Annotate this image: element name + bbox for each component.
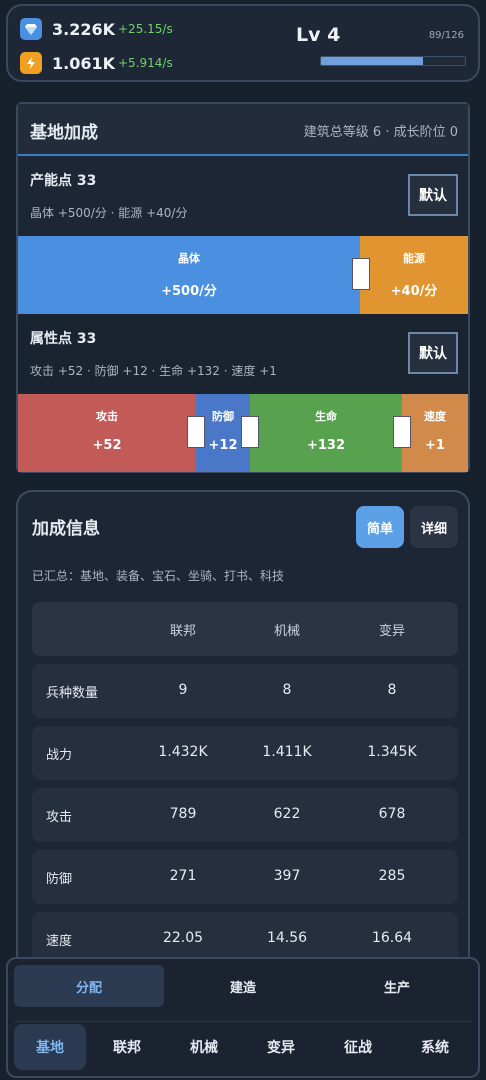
tab-federation[interactable]: 联邦 [91, 1024, 163, 1070]
table-row: 速度 22.05 14.56 16.64 [32, 912, 458, 960]
row-value-mech: 397 [273, 868, 301, 884]
energy-segment: 能源 +40/分 [360, 236, 468, 314]
speed-segment: 速度 +1 [402, 394, 468, 472]
bonus-info-title: 加成信息 [32, 519, 100, 539]
production-slider-handle[interactable] [352, 258, 370, 290]
row-value-mutant: 8 [387, 682, 397, 698]
simple-view-button[interactable]: 简单 [356, 506, 404, 548]
base-bonus-panel: 基地加成 建筑总等级 6 · 成长阶位 0 产能点 33 晶体 +500/分 ·… [16, 102, 470, 473]
health-segment-value: +132 [306, 438, 346, 453]
base-bonus-header: 基地加成 建筑总等级 6 · 成长阶位 0 [18, 104, 468, 156]
row-value-mech: 1.411K [262, 744, 312, 760]
base-bonus-title: 基地加成 [30, 123, 98, 143]
speed-segment-value: +1 [425, 438, 445, 453]
health-segment-label: 生命 [315, 410, 337, 423]
diamond-crystal-icon [20, 18, 42, 40]
energy-segment-label: 能源 [403, 252, 425, 265]
attribute-summary: 攻击 +52 · 防御 +12 · 生命 +132 · 速度 +1 [30, 364, 277, 378]
attack-defense-handle[interactable] [187, 416, 205, 448]
subtab-build[interactable]: 建造 [168, 965, 318, 1007]
attack-segment: 攻击 +52 [18, 394, 196, 472]
crystal-segment-value: +500/分 [161, 284, 217, 299]
crystal-resource: 3.226K +25.15/s [20, 16, 173, 42]
xp-progress-bar [320, 56, 466, 66]
attribute-allocation-bar[interactable]: 攻击 +52 防御 +12 生命 +132 速度 +1 [18, 394, 468, 472]
table-row: 兵种数量 9 8 8 [32, 664, 458, 718]
detail-view-button[interactable]: 详细 [410, 506, 458, 548]
crystal-rate: +25.15/s [118, 22, 173, 36]
row-label: 攻击 [46, 810, 73, 825]
main-tab-bar: 基地 联邦 机械 变异 征战 系统 [14, 1021, 472, 1071]
column-header-mech: 机械 [273, 624, 300, 639]
crystal-segment-label: 晶体 [178, 252, 200, 265]
xp-text: 89/126 [428, 30, 464, 41]
attack-segment-value: +52 [92, 438, 122, 453]
subtab-allocate[interactable]: 分配 [14, 965, 164, 1007]
row-label: 速度 [46, 934, 73, 949]
table-header: 联邦 机械 变异 [32, 602, 458, 656]
bonus-info-panel: 加成信息 简单 详细 已汇总：基地、装备、宝石、坐骑、打书、科技 联邦 机械 变… [16, 490, 470, 960]
bonus-sources-summary: 已汇总：基地、装备、宝石、坐骑、打书、科技 [32, 569, 285, 583]
crystal-segment: 晶体 +500/分 [18, 236, 360, 314]
bottom-navigation: 分配 建造 生产 基地 联邦 机械 变异 征战 系统 [6, 957, 480, 1078]
attack-segment-label: 攻击 [96, 410, 118, 423]
table-row: 防御 271 397 285 [32, 850, 458, 904]
attribute-section: 属性点 33 攻击 +52 · 防御 +12 · 生命 +132 · 速度 +1… [18, 314, 468, 394]
energy-rate: +5.914/s [118, 56, 173, 70]
base-bonus-meta: 建筑总等级 6 · 成长阶位 0 [303, 125, 458, 140]
attribute-points-title: 属性点 33 [30, 331, 97, 347]
energy-resource: 1.061K +5.914/s [20, 50, 173, 76]
row-label: 战力 [46, 748, 73, 763]
column-header-mutant: 变异 [378, 624, 405, 639]
production-points-title: 产能点 33 [30, 173, 97, 189]
tab-mutant[interactable]: 变异 [245, 1024, 317, 1070]
lightning-bolt-icon [20, 52, 42, 74]
row-value-mutant: 285 [378, 868, 406, 884]
attribute-default-button[interactable]: 默认 [408, 332, 458, 374]
status-bar: 3.226K +25.15/s 1.061K +5.914/s Lv 4 89/… [6, 4, 480, 82]
row-value-mutant: 16.64 [371, 930, 413, 946]
health-segment: 生命 +132 [250, 394, 402, 472]
row-value-federation: 9 [178, 682, 188, 698]
energy-segment-value: +40/分 [390, 284, 438, 299]
tab-base[interactable]: 基地 [14, 1024, 86, 1070]
production-summary: 晶体 +500/分 · 能源 +40/分 [30, 206, 188, 220]
tab-mech[interactable]: 机械 [168, 1024, 240, 1070]
row-value-mutant: 1.345K [367, 744, 417, 760]
row-value-federation: 271 [169, 868, 197, 884]
row-value-federation: 789 [169, 806, 197, 822]
tab-system[interactable]: 系统 [399, 1024, 471, 1070]
sub-tab-bar: 分配 建造 生产 [14, 965, 472, 1007]
production-default-button[interactable]: 默认 [408, 174, 458, 216]
row-value-federation: 22.05 [162, 930, 204, 946]
row-value-mech: 622 [273, 806, 301, 822]
table-row: 战力 1.432K 1.411K 1.345K [32, 726, 458, 780]
defense-health-handle[interactable] [241, 416, 259, 448]
production-section: 产能点 33 晶体 +500/分 · 能源 +40/分 默认 [18, 156, 468, 236]
production-allocation-bar[interactable]: 晶体 +500/分 能源 +40/分 [18, 236, 468, 314]
energy-amount: 1.061K [52, 53, 116, 73]
row-value-mutant: 678 [378, 806, 406, 822]
xp-progress-fill [321, 57, 423, 65]
crystal-amount: 3.226K [52, 19, 116, 39]
tab-campaign[interactable]: 征战 [322, 1024, 394, 1070]
table-row: 攻击 789 622 678 [32, 788, 458, 842]
health-speed-handle[interactable] [393, 416, 411, 448]
row-value-federation: 1.432K [158, 744, 208, 760]
player-level: Lv 4 [296, 24, 341, 46]
row-label: 兵种数量 [46, 686, 99, 701]
row-value-mech: 8 [282, 682, 292, 698]
subtab-produce[interactable]: 生产 [322, 965, 472, 1007]
row-label: 防御 [46, 872, 73, 887]
row-value-mech: 14.56 [266, 930, 308, 946]
column-header-federation: 联邦 [169, 624, 196, 639]
speed-segment-label: 速度 [424, 410, 446, 423]
